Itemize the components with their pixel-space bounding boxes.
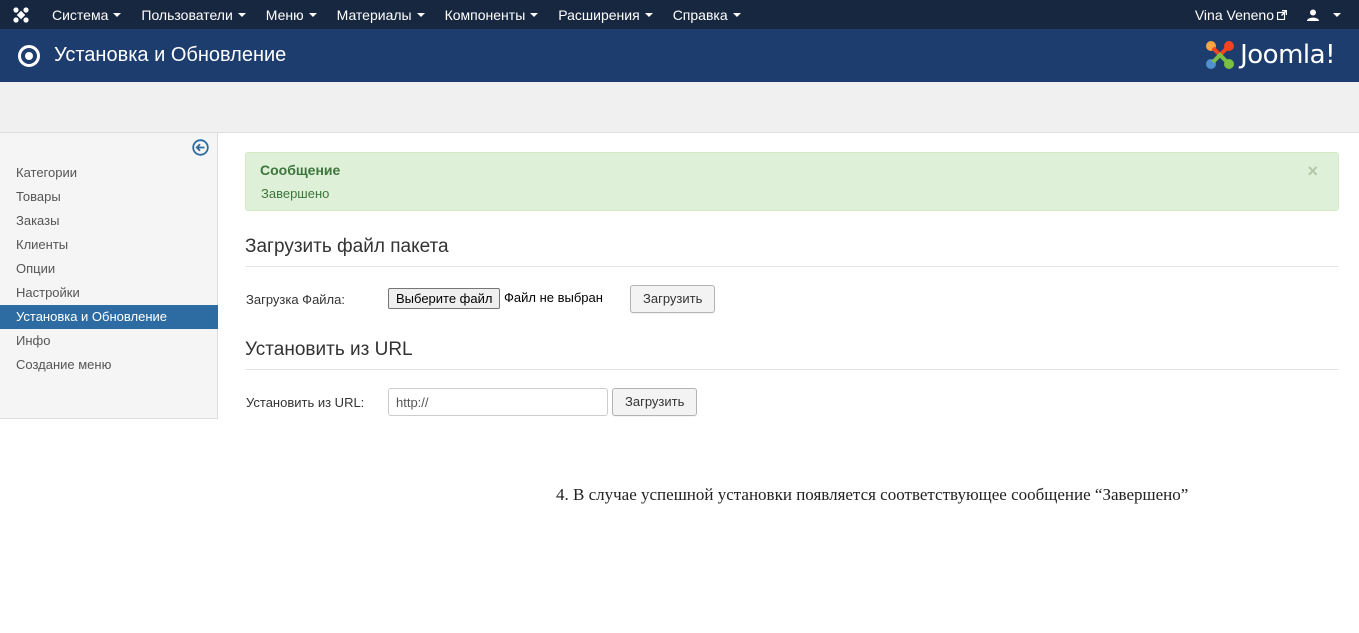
menu-help[interactable]: Справка: [663, 0, 751, 29]
collapse-sidebar-icon[interactable]: [192, 139, 209, 156]
url-section: Установить из URL: [245, 339, 1339, 370]
caret-down-icon: [237, 12, 246, 17]
url-section-title: Установить из URL: [245, 339, 1339, 370]
url-input[interactable]: [388, 388, 608, 416]
joomla-menu-icon[interactable]: [0, 0, 42, 29]
menu-content[interactable]: Материалы: [327, 0, 435, 29]
toolbar: [0, 82, 1359, 133]
sidebar-item-install-update[interactable]: Установка и Обновление: [0, 305, 218, 329]
success-alert: Сообщение Завершено ×: [245, 152, 1339, 211]
main-content: Сообщение Завершено × Загрузить файл пак…: [245, 152, 1339, 416]
upload-section: Загрузить файл пакета: [245, 236, 1339, 267]
sidebar-item-options[interactable]: Опции: [0, 257, 218, 281]
navbar-right: Vina Veneno: [1185, 0, 1359, 29]
menu-users[interactable]: Пользователи: [131, 0, 255, 29]
menu-components[interactable]: Компоненты: [435, 0, 549, 29]
menu-system[interactable]: Система: [42, 0, 131, 29]
install-icon: [18, 44, 40, 67]
file-status: Файл не выбран: [504, 290, 603, 305]
caret-down-icon: [113, 12, 122, 17]
page-header: Установка и Обновление Joomla!: [0, 29, 1359, 82]
menu-menus[interactable]: Меню: [256, 0, 327, 29]
alert-message: Завершено: [261, 186, 330, 201]
top-navbar: Система Пользователи Меню Материалы Комп…: [0, 0, 1359, 29]
choose-file-button[interactable]: Выберите файл: [388, 288, 501, 309]
joomla-logo: Joomla!: [1204, 37, 1335, 73]
caret-down-icon: [530, 12, 539, 17]
caret-down-icon: [416, 12, 425, 17]
caret-down-icon: [732, 12, 741, 17]
caret-down-icon: [308, 12, 317, 17]
url-form-row: Установить из URL: Загрузить: [245, 388, 945, 416]
page-title: Установка и Обновление: [54, 44, 287, 66]
upload-form-row: Загрузка Файла: Выберите файл Файл не вы…: [245, 285, 945, 313]
sidebar-menu: Категории Товары Заказы Клиенты Опции На…: [0, 161, 218, 377]
install-url-button[interactable]: Загрузить: [612, 388, 698, 416]
menu-extensions[interactable]: Расширения: [548, 0, 662, 29]
instruction-note: 4. В случае успешной установки появляетс…: [556, 485, 1189, 504]
sidebar-item-settings[interactable]: Настройки: [0, 281, 218, 305]
main-menu: Система Пользователи Меню Материалы Комп…: [42, 0, 751, 29]
sidebar-item-products[interactable]: Товары: [0, 185, 218, 209]
sidebar: Категории Товары Заказы Клиенты Опции На…: [0, 133, 218, 419]
user-menu[interactable]: [1297, 0, 1359, 29]
caret-down-icon: [1333, 12, 1341, 17]
close-icon[interactable]: ×: [1307, 161, 1318, 182]
upload-section-title: Загрузить файл пакета: [245, 236, 1339, 267]
upload-label: Загрузка Файла:: [246, 292, 345, 307]
sidebar-item-customers[interactable]: Клиенты: [0, 233, 218, 257]
sidebar-item-create-menu[interactable]: Создание меню: [0, 353, 218, 377]
url-label: Установить из URL:: [246, 395, 365, 410]
joomla-logo-icon: [1206, 41, 1235, 69]
upload-package-button[interactable]: Загрузить: [630, 285, 716, 313]
alert-heading: Сообщение: [260, 162, 341, 178]
site-link[interactable]: Vina Veneno: [1185, 7, 1297, 23]
sidebar-item-categories[interactable]: Категории: [0, 161, 218, 185]
caret-down-icon: [644, 12, 653, 17]
sidebar-item-orders[interactable]: Заказы: [0, 209, 218, 233]
sidebar-item-info[interactable]: Инфо: [0, 329, 218, 353]
user-icon: [1307, 9, 1319, 21]
external-link-icon: [1277, 9, 1287, 20]
